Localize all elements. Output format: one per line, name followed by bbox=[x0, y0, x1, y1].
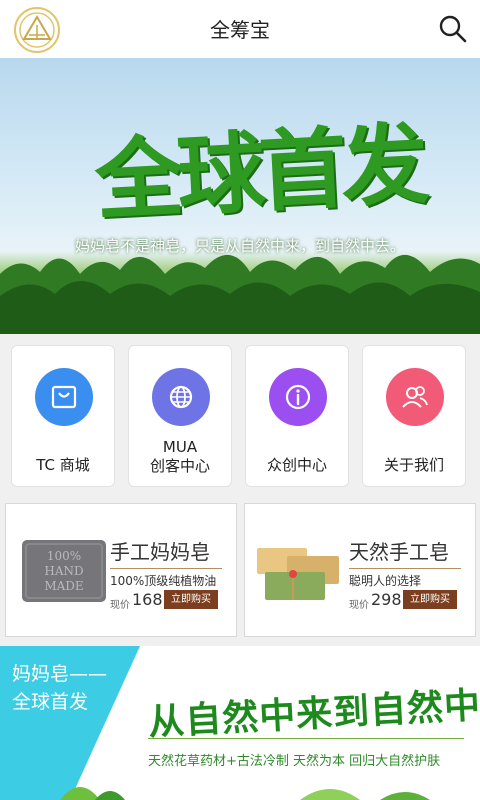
promo-divider bbox=[148, 738, 464, 739]
product-divider bbox=[349, 568, 461, 569]
search-icon[interactable] bbox=[436, 12, 470, 46]
product-divider bbox=[110, 568, 222, 569]
top-bar: 全筹宝 bbox=[0, 0, 480, 58]
nav-card-crowd-center[interactable]: 众创中心 bbox=[245, 345, 349, 487]
hero-banner[interactable]: 全球首发 妈妈皂不是神皂，只是从自然中来，到自然中去。 bbox=[0, 58, 480, 334]
price-label: 现价 bbox=[110, 600, 130, 611]
promo-slogan: 从自然中来到自然中去 bbox=[147, 682, 480, 744]
promo-line1: 妈妈皂—— bbox=[12, 663, 108, 685]
tea-leaves-illustration bbox=[0, 254, 480, 334]
nav-label: 关于我们 bbox=[383, 456, 444, 474]
nav-label-line1: MUA bbox=[162, 438, 198, 456]
nav-card-tc-mall[interactable]: TC 商城 bbox=[11, 345, 115, 487]
product-title: 手工妈妈皂 bbox=[110, 540, 210, 564]
leaves-illustration bbox=[60, 787, 430, 800]
product-card-handmade-soap[interactable]: 100% HAND MADE 手工妈妈皂 100%顶级纯植物油 现价 168 立… bbox=[5, 503, 237, 637]
product-card-natural-soap[interactable]: 天然手工皂 聪明人的选择 现价 298 立即购买 bbox=[244, 503, 476, 637]
promo-banner[interactable]: 妈妈皂—— 全球首发 从自然中来到自然中去 天然花草药材+古法冷制 天然为本 回… bbox=[0, 646, 480, 800]
banner-headline: 全球首发 bbox=[92, 111, 426, 233]
shopping-bag-icon bbox=[35, 368, 93, 426]
nav-label-line2: 创客中心 bbox=[149, 457, 210, 475]
promo-line2: 全球首发 bbox=[12, 691, 89, 713]
price-label: 现价 bbox=[349, 600, 369, 611]
app-title: 全筹宝 bbox=[210, 18, 270, 42]
soap-bar-image bbox=[257, 548, 339, 600]
product-price: 298 bbox=[371, 590, 402, 609]
nav-card-about-us[interactable]: 关于我们 bbox=[362, 345, 466, 487]
soap-stamp-line3: MADE bbox=[44, 579, 83, 593]
product-title: 天然手工皂 bbox=[349, 540, 449, 564]
nav-card-mua-maker-center[interactable]: MUA 创客中心 bbox=[128, 345, 232, 487]
buy-now-button[interactable]: 立即购买 bbox=[164, 590, 218, 609]
info-icon bbox=[269, 368, 327, 426]
soap-stamp-line2: HAND bbox=[44, 564, 83, 578]
nav-label: 众创中心 bbox=[266, 456, 327, 474]
users-icon bbox=[386, 368, 444, 426]
product-price: 168 bbox=[132, 590, 163, 609]
soap-stamp-line1: 100% bbox=[47, 549, 81, 563]
nav-label: TC 商城 bbox=[36, 456, 90, 474]
product-desc: 100%顶级纯植物油 bbox=[110, 574, 217, 588]
soap-bar-image: 100% HAND MADE bbox=[22, 540, 106, 602]
buy-now-button[interactable]: 立即购买 bbox=[403, 590, 457, 609]
product-desc: 聪明人的选择 bbox=[349, 574, 422, 588]
globe-icon bbox=[152, 368, 210, 426]
